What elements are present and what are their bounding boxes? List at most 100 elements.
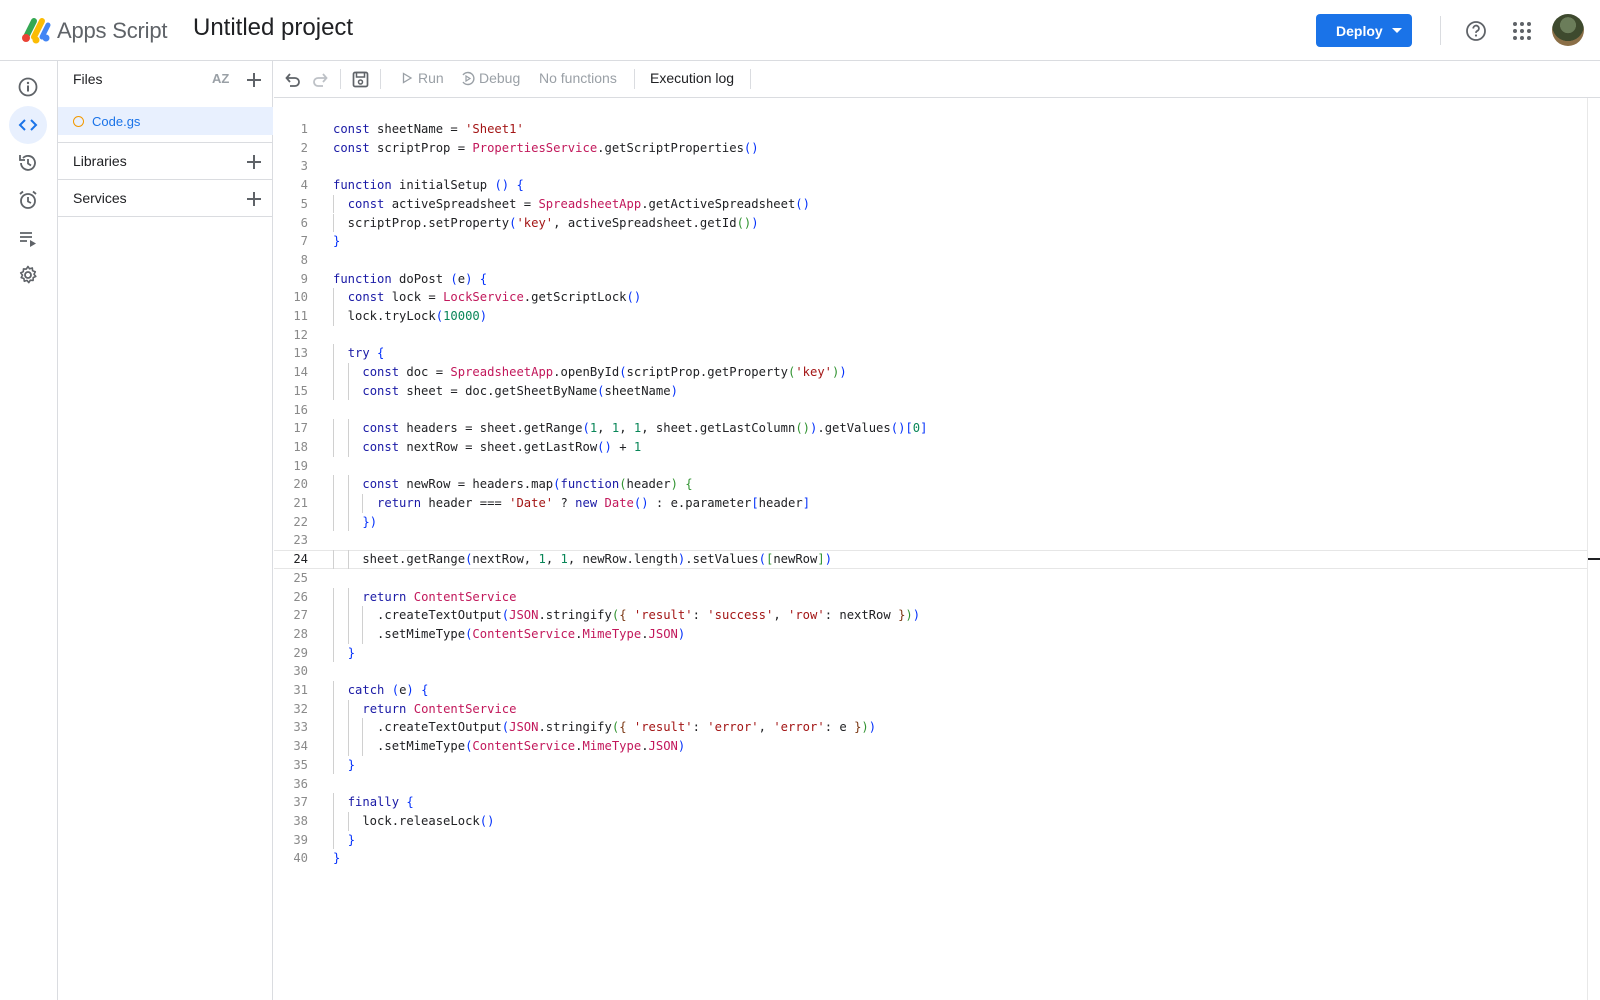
line-number: 16 [293, 402, 308, 417]
code-line[interactable]: 33 .createTextOutput(JSON.stringify({ 'r… [274, 718, 1587, 737]
project-title[interactable]: Untitled project [193, 14, 353, 42]
code-line[interactable]: 23 [274, 531, 1587, 550]
line-number: 10 [293, 290, 308, 305]
indent-guide [347, 475, 349, 494]
alarm-icon[interactable] [9, 181, 47, 219]
code-text: const scriptProp = PropertiesService.get… [333, 140, 759, 155]
code-line[interactable]: 10 const lock = LockService.getScriptLoc… [274, 288, 1587, 307]
code-text: const doc = SpreadsheetApp.openById(scri… [362, 365, 847, 380]
code-line[interactable]: 1 const sheetName = 'Sheet1' [274, 120, 1587, 139]
code-line[interactable]: 11 lock.tryLock(10000) [274, 307, 1587, 326]
indent-guide [333, 718, 334, 738]
code-line[interactable]: 9 function doPost (e) { [274, 270, 1587, 289]
chevron-down-icon[interactable] [1392, 28, 1402, 33]
code-text: } [333, 851, 341, 866]
code-line[interactable]: 35 } [274, 756, 1587, 775]
code-line[interactable]: 37 finally { [274, 793, 1587, 812]
history-icon[interactable] [9, 144, 47, 182]
line-number: 25 [293, 570, 308, 585]
code-line[interactable]: 2 const scriptProp = PropertiesService.ge… [274, 139, 1587, 158]
help-icon[interactable] [1465, 20, 1487, 42]
line-number: 17 [293, 421, 308, 436]
code-line[interactable]: 14 const doc = SpreadsheetApp.openById(s… [274, 363, 1587, 382]
executions-icon[interactable] [9, 219, 47, 257]
code-line[interactable]: 20 const newRow = headers.map(function(h… [274, 475, 1587, 494]
debug-button[interactable]: Debug [460, 70, 520, 86]
code-line[interactable]: 13 try { [274, 344, 1587, 363]
services-section[interactable]: Services [58, 179, 273, 216]
code-line[interactable]: 36 [274, 775, 1587, 794]
code-text: } [333, 234, 341, 249]
line-number: 39 [293, 832, 308, 847]
code-text: function initialSetup () { [333, 178, 524, 193]
avatar[interactable] [1552, 14, 1584, 46]
code-line[interactable]: 4 function initialSetup () { [274, 176, 1587, 195]
files-panel: Files AZ Code.gs Libraries Services [58, 61, 273, 1000]
code-line[interactable]: 3 [274, 157, 1587, 176]
code-line[interactable]: 12 [274, 326, 1587, 345]
run-button[interactable]: Run [401, 70, 444, 86]
indent-guide [333, 606, 334, 625]
divider [634, 69, 635, 89]
indent-guide [347, 512, 349, 532]
code-line[interactable]: 5 const activeSpreadsheet = SpreadsheetA… [274, 195, 1587, 214]
line-number: 26 [293, 589, 308, 604]
function-select[interactable]: No functions [539, 70, 617, 86]
code-line[interactable]: 29 } [274, 644, 1587, 663]
redo-icon[interactable] [311, 71, 329, 89]
deploy-button[interactable]: Deploy [1316, 14, 1412, 47]
add-service-icon[interactable] [245, 190, 263, 208]
indent-guide [333, 643, 334, 663]
files-header: Files AZ [58, 61, 273, 98]
code-line[interactable]: 17 const headers = sheet.getRange(1, 1, … [274, 419, 1587, 438]
line-number: 33 [293, 720, 308, 735]
code-line[interactable]: 26 return ContentService [274, 588, 1587, 607]
add-file-icon[interactable] [245, 71, 263, 89]
code-line[interactable]: 19 [274, 457, 1587, 476]
code-line[interactable]: 6 scriptProp.setProperty('key', activeSp… [274, 214, 1587, 233]
add-library-icon[interactable] [245, 153, 263, 171]
code-line[interactable]: 34 .setMimeType(ContentService.MimeType.… [274, 737, 1587, 756]
code-line[interactable]: 24 sheet.getRange(nextRow, 1, 1, newRow.… [274, 550, 1587, 570]
indent-guide [333, 494, 334, 513]
execution-log-button[interactable]: Execution log [650, 70, 734, 86]
code-line[interactable]: 16 [274, 401, 1587, 420]
code-line[interactable]: 39 } [274, 831, 1587, 850]
libraries-section[interactable]: Libraries [58, 142, 273, 179]
code-line[interactable]: 8 [274, 251, 1587, 270]
code-line[interactable]: 7} [274, 232, 1587, 251]
line-number: 29 [293, 645, 308, 660]
indent-guide [333, 419, 334, 438]
app-name: Apps Script [57, 18, 168, 43]
line-number: 40 [293, 851, 308, 866]
indent-guide [347, 718, 349, 738]
code-line[interactable]: 38 lock.releaseLock() [274, 812, 1587, 831]
undo-icon[interactable] [284, 71, 302, 89]
apps-script-logo[interactable] [20, 15, 52, 45]
sort-az-icon[interactable]: AZ [212, 71, 229, 86]
code-icon[interactable] [9, 106, 47, 144]
code-line[interactable]: 31 catch (e) { [274, 681, 1587, 700]
code-line[interactable]: 25 [274, 569, 1587, 588]
code-line[interactable]: 18 const nextRow = sheet.getLastRow() + … [274, 438, 1587, 457]
info-icon[interactable] [9, 68, 47, 106]
editor-scrollbar[interactable] [1587, 98, 1588, 1000]
code-line[interactable]: 15 const sheet = doc.getSheetByName(shee… [274, 382, 1587, 401]
code-line[interactable]: 30 [274, 662, 1587, 681]
code-line[interactable]: 27 .createTextOutput(JSON.stringify({ 'r… [274, 606, 1587, 625]
code-line[interactable]: 22 }) [274, 513, 1587, 532]
code-line[interactable]: 21 return header === 'Date' ? new Date()… [274, 494, 1587, 513]
line-number: 4 [300, 178, 308, 193]
code-editor[interactable]: 1 const sheetName = 'Sheet1' 2 const script… [274, 98, 1587, 1000]
indent-guide [333, 213, 334, 233]
code-line[interactable]: 28 .setMimeType(ContentService.MimeType.… [274, 625, 1587, 644]
code-line[interactable]: 32 return ContentService [274, 700, 1587, 719]
save-icon[interactable] [352, 71, 369, 88]
file-item-code-gs[interactable]: Code.gs [58, 107, 273, 135]
settings-icon[interactable] [9, 256, 47, 294]
code-line[interactable]: 40} [274, 849, 1587, 868]
indent-guide [333, 681, 334, 700]
line-number: 21 [293, 496, 308, 510]
code-text: }) [362, 514, 378, 529]
google-apps-icon[interactable] [1512, 21, 1532, 41]
